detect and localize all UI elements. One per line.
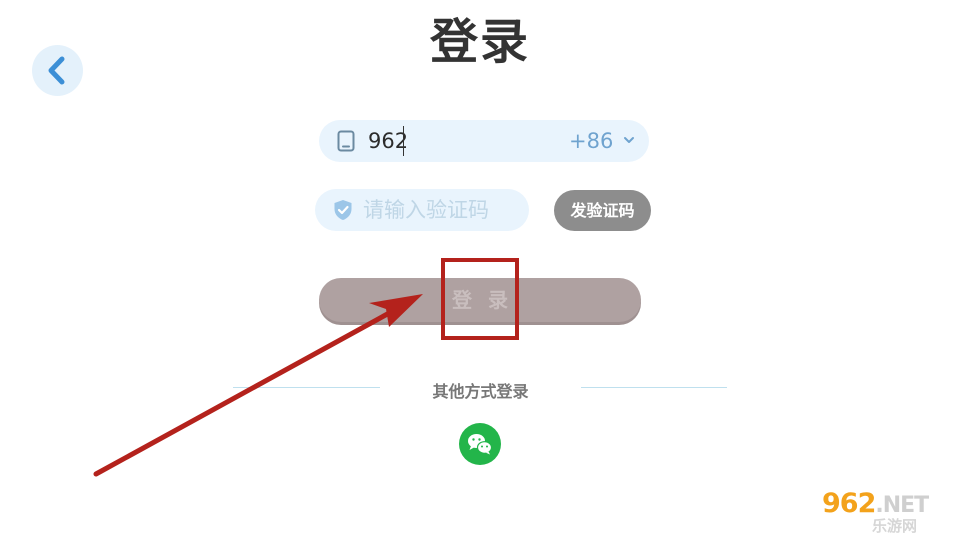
other-login-label: 其他方式登录 [432,382,529,401]
chevron-left-icon [48,56,65,85]
send-code-button[interactable]: 发验证码 [554,190,651,231]
divider-left [233,387,380,388]
back-button[interactable] [32,45,83,96]
verification-code-input[interactable] [363,196,523,224]
wechat-icon [468,434,493,455]
shield-check-icon [334,200,352,220]
text-caret [403,126,404,156]
verification-code-field[interactable] [315,189,529,231]
phone-field[interactable]: 962 +86 [319,120,649,162]
wechat-login-button[interactable] [459,423,501,465]
chevron-down-icon[interactable] [623,134,635,146]
page-title: 登录 [429,14,530,70]
annotation-highlight-box [441,258,519,340]
country-code-selector[interactable]: +86 [569,128,613,154]
divider-right [581,387,727,388]
phone-icon [337,130,355,152]
watermark-name: 乐游网 [872,517,918,535]
site-watermark: 962.NET 乐游网 [818,488,960,540]
